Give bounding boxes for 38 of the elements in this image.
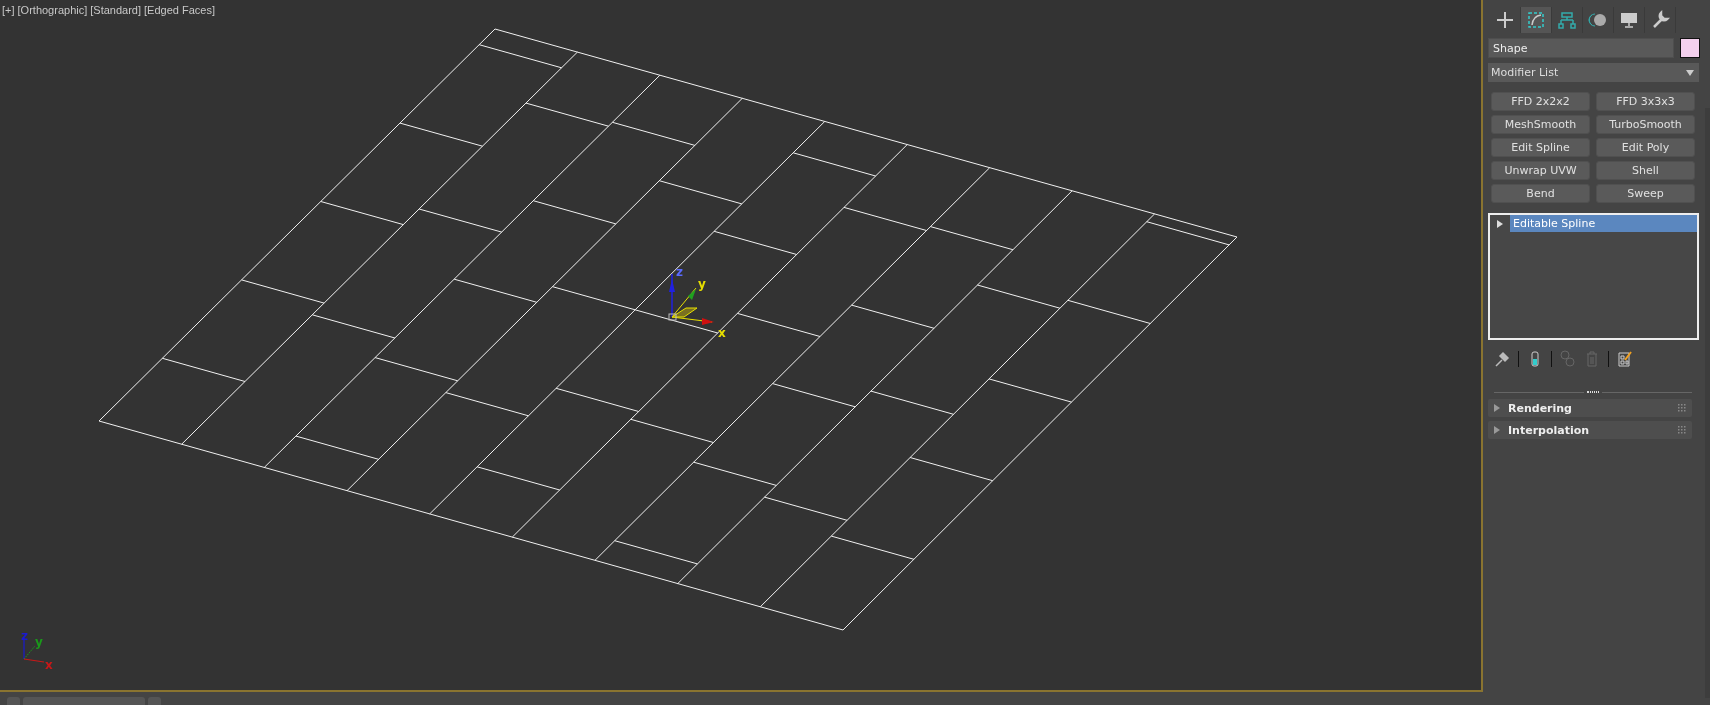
modifier-button[interactable]: Shell bbox=[1596, 161, 1695, 180]
stack-item[interactable]: Editable Spline bbox=[1510, 215, 1697, 232]
object-name-field[interactable]: Shape bbox=[1488, 38, 1674, 58]
modifier-button[interactable]: MeshSmooth bbox=[1491, 115, 1590, 134]
axis-label: z bbox=[676, 266, 683, 279]
modifier-button[interactable]: Unwrap UVW bbox=[1491, 161, 1590, 180]
drag-handle-icon bbox=[1678, 426, 1686, 434]
viewport-menu-label[interactable]: [Orthographic] bbox=[17, 4, 88, 16]
viewport[interactable]: [+] [Orthographic] [Standard] [Edged Faces] z y x z y x bbox=[0, 0, 1483, 692]
modifier-button[interactable]: FFD 3x3x3 bbox=[1596, 92, 1695, 111]
modifier-button[interactable]: Edit Spline bbox=[1491, 138, 1590, 157]
axis-label: y bbox=[35, 635, 43, 649]
object-color-swatch[interactable] bbox=[1680, 38, 1700, 58]
caret-icon bbox=[1686, 69, 1694, 76]
axis-label: y bbox=[698, 277, 706, 291]
modifier-button[interactable]: Sweep bbox=[1596, 184, 1695, 203]
drag-handle-icon bbox=[1678, 404, 1686, 412]
viewport-menu-label[interactable]: [+] bbox=[2, 4, 15, 16]
axis-label: x bbox=[718, 326, 726, 340]
axis-label: x bbox=[45, 658, 53, 672]
hierarchy-icon bbox=[1556, 9, 1578, 31]
viewport-menu-label[interactable]: [Standard] bbox=[90, 4, 141, 16]
rollout-header[interactable]: Interpolation bbox=[1488, 421, 1692, 439]
expand-arrow-icon bbox=[1494, 426, 1500, 434]
modifier-stack[interactable]: Editable Spline bbox=[1488, 213, 1699, 340]
plus-icon bbox=[1494, 9, 1516, 31]
rollout-header[interactable]: Rendering bbox=[1488, 399, 1692, 417]
viewport-menu-label[interactable]: [Edged Faces] bbox=[144, 4, 215, 16]
modifier-button[interactable]: Edit Poly bbox=[1596, 138, 1695, 157]
modifier-button[interactable]: TurboSmooth bbox=[1596, 115, 1695, 134]
axis-label: z bbox=[21, 632, 28, 643]
curve-icon bbox=[1525, 9, 1547, 31]
configure-sets-icon[interactable] bbox=[1617, 350, 1633, 368]
panel-tab[interactable] bbox=[1521, 7, 1552, 33]
modifier-button[interactable]: FFD 2x2x2 bbox=[1491, 92, 1590, 111]
modifier-button[interactable]: Bend bbox=[1491, 184, 1590, 203]
expand-arrow-icon bbox=[1494, 404, 1500, 412]
modifier-list-dropdown[interactable]: Modifier List bbox=[1488, 63, 1699, 82]
